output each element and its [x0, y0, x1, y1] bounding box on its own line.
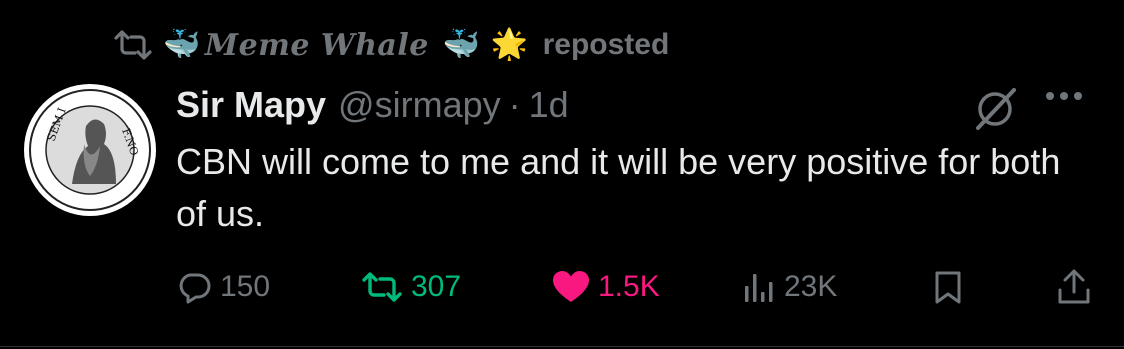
views-count: 23K	[784, 270, 838, 303]
like-count: 1.5K	[598, 270, 660, 303]
repost-count: 307	[411, 270, 462, 303]
reply-count: 150	[220, 270, 271, 303]
tweet-text: CBN will come to me and it will be very …	[176, 141, 1061, 234]
bookmark-button[interactable]	[932, 262, 964, 312]
separator-dot: ·	[508, 84, 521, 125]
divider	[0, 346, 1124, 347]
repost-icon	[113, 29, 153, 61]
heart-icon	[552, 270, 590, 304]
author-handle[interactable]: @sirmapy	[338, 84, 501, 126]
share-button[interactable]	[1056, 262, 1092, 312]
reposter-name-link[interactable]: 🐳 Meme Whale 🐳 🌟	[163, 28, 529, 63]
whale-emoji-icon: 🐳	[163, 27, 201, 62]
tweet[interactable]: 🐳 Meme Whale 🐳 🌟 reposted SEM I F.NO Sir…	[0, 0, 1124, 349]
grok-icon[interactable]	[970, 84, 1020, 139]
share-icon	[1056, 268, 1092, 306]
repost-button[interactable]: 307	[361, 262, 461, 312]
reposted-label: reposted	[542, 28, 670, 61]
views-icon	[742, 270, 776, 304]
reposter-name: Meme Whale	[204, 27, 429, 63]
whale-emoji-icon: 🐳	[442, 27, 481, 62]
reply-button[interactable]: 150	[176, 262, 270, 312]
more-icon[interactable]	[1046, 92, 1082, 100]
author-display-name[interactable]: Sir Mapy	[176, 84, 326, 126]
bookmark-icon	[932, 269, 964, 305]
star-emoji-icon: 🌟	[490, 27, 529, 62]
repost-icon	[361, 270, 403, 304]
tweet-header: Sir Mapy @sirmapy · 1d	[176, 80, 569, 130]
views-button[interactable]: 23K	[742, 262, 837, 312]
timestamp[interactable]: 1d	[529, 84, 569, 126]
avatar[interactable]: SEM I F.NO	[24, 84, 156, 216]
reply-icon	[176, 269, 212, 305]
like-button[interactable]: 1.5K	[552, 262, 660, 312]
repost-context: 🐳 Meme Whale 🐳 🌟 reposted	[113, 22, 669, 68]
action-bar: 150 307 1.5K 23K	[176, 262, 1096, 312]
